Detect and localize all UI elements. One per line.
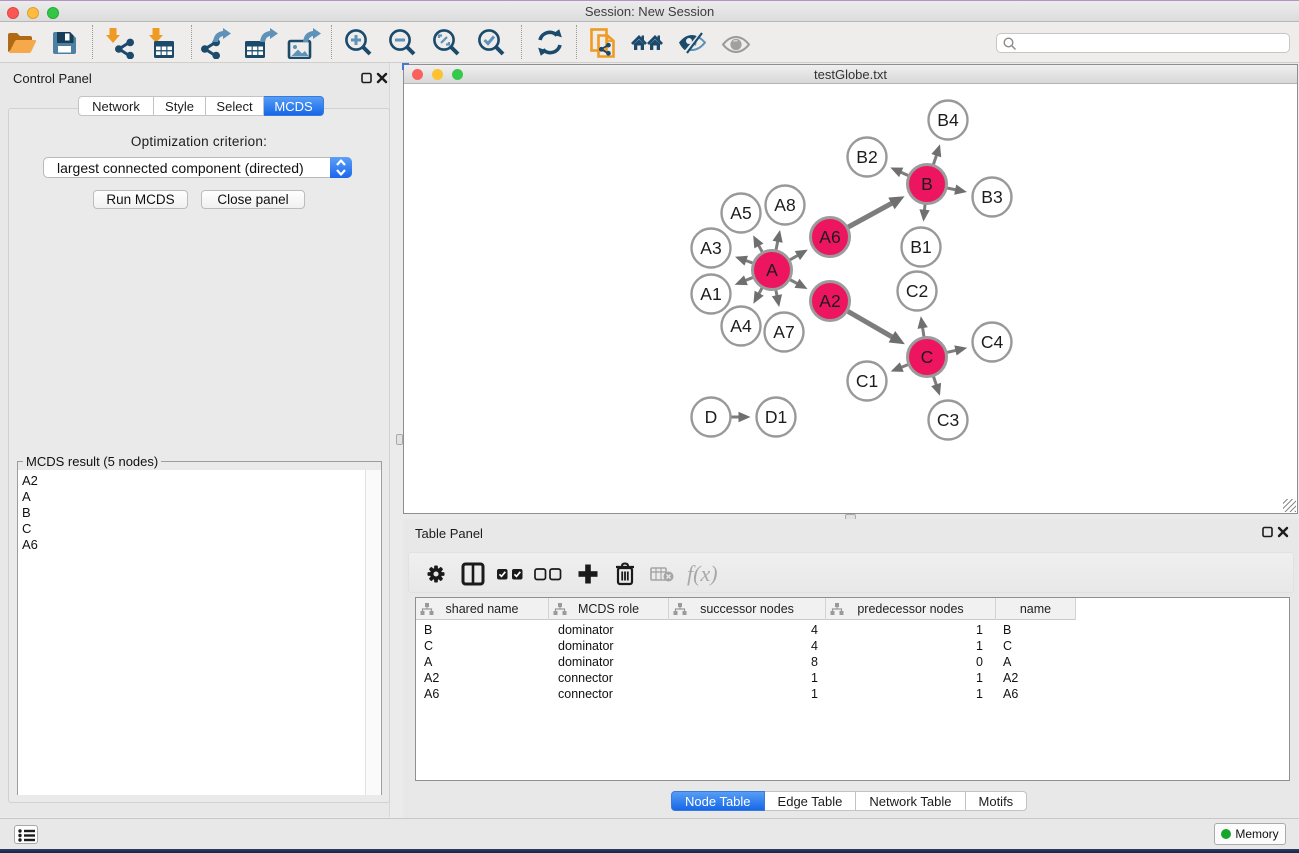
svg-text:B1: B1 <box>910 237 931 257</box>
svg-text:C1: C1 <box>856 371 878 391</box>
svg-text:A4: A4 <box>730 316 752 336</box>
svg-text:A6: A6 <box>819 227 840 247</box>
svg-text:A: A <box>766 260 778 280</box>
svg-text:A7: A7 <box>773 322 794 342</box>
svg-text:C4: C4 <box>981 332 1004 352</box>
svg-text:C3: C3 <box>937 410 959 430</box>
svg-text:A5: A5 <box>730 203 751 223</box>
svg-text:A3: A3 <box>700 238 721 258</box>
svg-text:A8: A8 <box>774 195 795 215</box>
svg-text:C: C <box>921 347 934 367</box>
svg-text:D1: D1 <box>765 407 787 427</box>
svg-text:A2: A2 <box>819 291 840 311</box>
svg-text:D: D <box>705 407 718 427</box>
svg-text:B: B <box>921 174 933 194</box>
svg-text:B4: B4 <box>937 110 959 130</box>
svg-text:B2: B2 <box>856 147 877 167</box>
svg-text:B3: B3 <box>981 187 1002 207</box>
svg-text:C2: C2 <box>906 281 928 301</box>
svg-text:A1: A1 <box>700 284 721 304</box>
